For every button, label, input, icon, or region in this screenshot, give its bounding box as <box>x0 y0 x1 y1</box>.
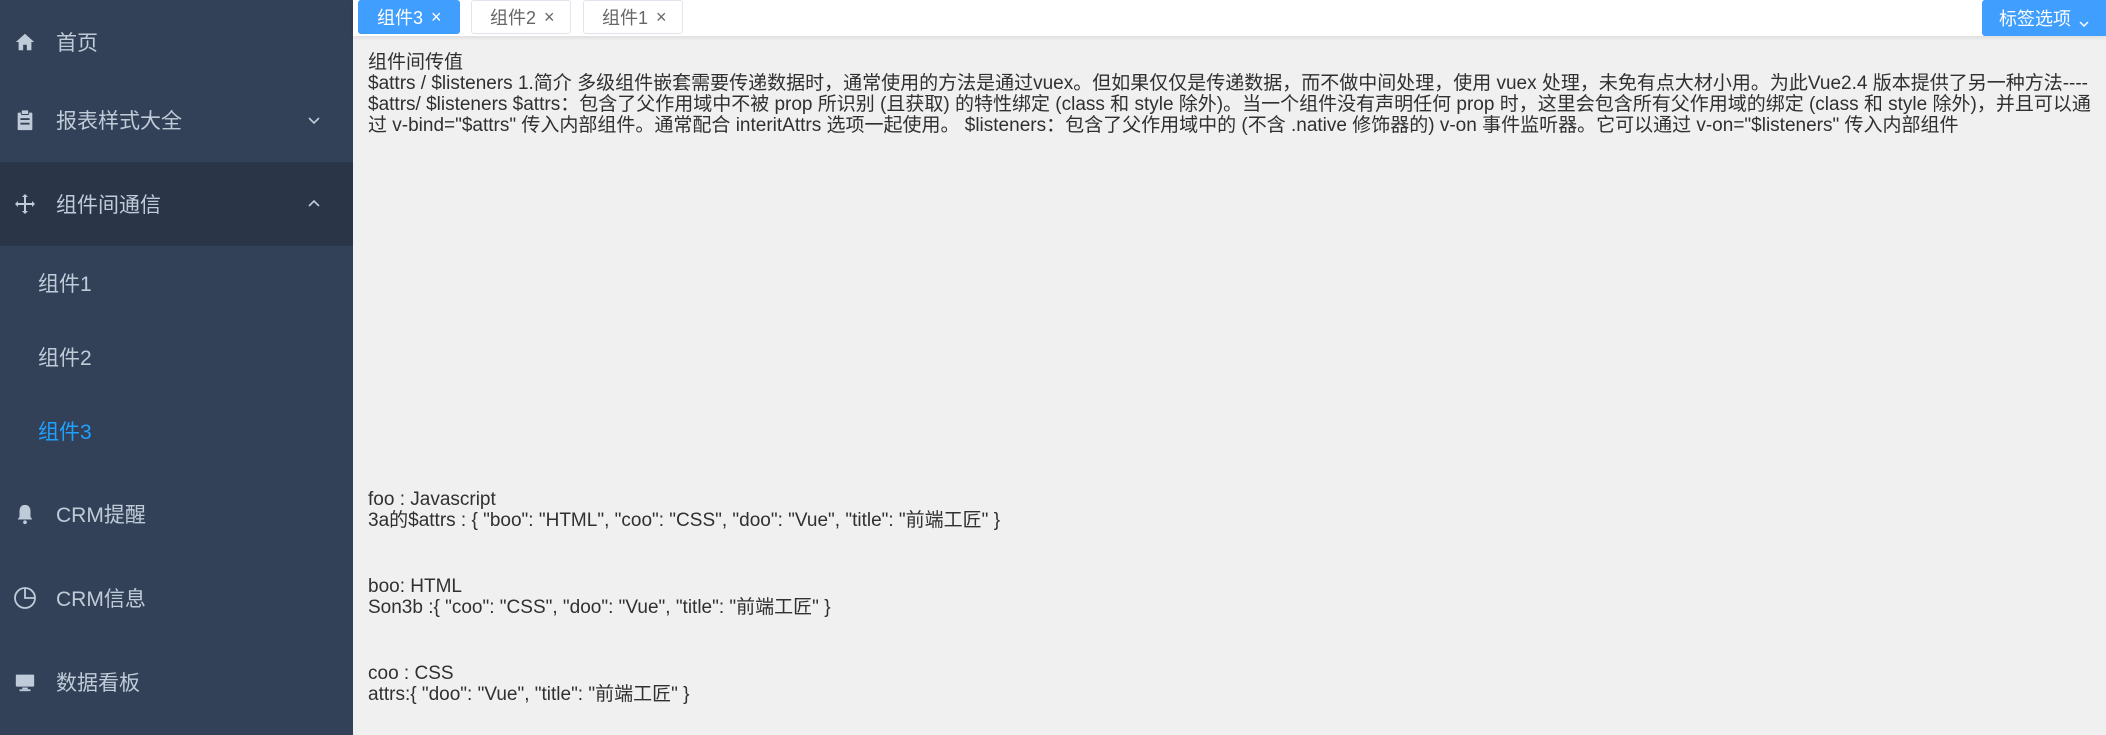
tag-options-dropdown[interactable]: 标签选项 <box>1982 0 2106 36</box>
tag-component3[interactable]: 组件3 × <box>358 0 460 34</box>
sidebar-item-crm-reminder[interactable]: CRM提醒 <box>0 472 353 556</box>
chevron-down-icon <box>2079 13 2089 28</box>
home-icon <box>13 30 37 54</box>
chevron-down-icon <box>307 113 321 127</box>
page-title: 组件间传值 <box>368 52 464 73</box>
sidebar-item-component-communication[interactable]: 组件间通信 <box>0 162 353 246</box>
block-line: attrs:{ "doo": "Vue", "title": "前端工匠" } <box>368 684 690 705</box>
sidebar-item-dashboard[interactable]: 数据看板 <box>0 640 353 724</box>
sidebar-item-label: 首页 <box>56 32 98 55</box>
block-line: 3a的$attrs : { "boo": "HTML", "coo": "CSS… <box>368 510 1001 531</box>
tag-component2[interactable]: 组件2 × <box>471 0 571 34</box>
submenu-item-component2[interactable]: 组件2 <box>0 320 353 394</box>
block-line: boo: HTML <box>368 576 462 597</box>
block-line: coo : CSS <box>368 663 454 684</box>
tag-label: 组件1 <box>602 8 649 28</box>
sidebar-item-crm-info[interactable]: CRM信息 <box>0 556 353 640</box>
submenu-item-label: 组件1 <box>38 273 92 296</box>
description-text: $attrs / $listeners 1.简介 多级组件嵌套需要传递数据时，通… <box>368 73 2091 136</box>
sidebar-item-home[interactable]: 首页 <box>0 0 353 84</box>
sidebar-item-label: CRM提醒 <box>56 504 146 527</box>
close-icon[interactable]: × <box>431 8 442 26</box>
sidebar: 首页 报表样式大全 组件间通信 组件1 组件2 组件3 CRM提醒 CRM信息 … <box>0 0 353 735</box>
bell-icon <box>13 502 37 526</box>
tag-label: 组件3 <box>377 8 424 28</box>
component-b-block: boo: HTML Son3b :{ "coo": "CSS", "doo": … <box>368 576 831 618</box>
clipboard-icon <box>13 108 37 132</box>
close-icon[interactable]: × <box>656 8 667 26</box>
block-line: Son3b :{ "coo": "CSS", "doo": "Vue", "ti… <box>368 597 831 618</box>
pie-chart-icon <box>13 586 37 610</box>
sidebar-item-label: CRM信息 <box>56 588 146 611</box>
component-a-block: foo : Javascript 3a的$attrs : { "boo": "H… <box>368 489 1000 531</box>
sidebar-item-label: 报表样式大全 <box>56 110 182 133</box>
move-icon <box>13 192 37 216</box>
submenu-item-component1[interactable]: 组件1 <box>0 246 353 320</box>
monitor-icon <box>13 670 37 694</box>
submenu-item-label: 组件2 <box>38 347 92 370</box>
tag-component1[interactable]: 组件1 × <box>583 0 683 34</box>
component-c-block: coo : CSS attrs:{ "doo": "Vue", "title":… <box>368 663 689 705</box>
chevron-up-icon <box>307 197 321 211</box>
sidebar-item-reports[interactable]: 报表样式大全 <box>0 78 353 162</box>
submenu-item-label: 组件3 <box>38 421 92 444</box>
sidebar-item-label: 组件间通信 <box>56 194 161 217</box>
tags-bar: 组件3 × 组件2 × 组件1 × 标签选项 <box>353 0 2106 36</box>
main-content: 组件间传值 $attrs / $listeners 1.简介 多级组件嵌套需要传… <box>368 52 2098 136</box>
block-line: foo : Javascript <box>368 489 496 510</box>
submenu-item-component3[interactable]: 组件3 <box>0 394 353 468</box>
close-icon[interactable]: × <box>544 8 555 26</box>
tag-label: 组件2 <box>490 8 537 28</box>
tag-options-label: 标签选项 <box>1999 9 2071 29</box>
sidebar-item-label: 数据看板 <box>56 672 140 695</box>
